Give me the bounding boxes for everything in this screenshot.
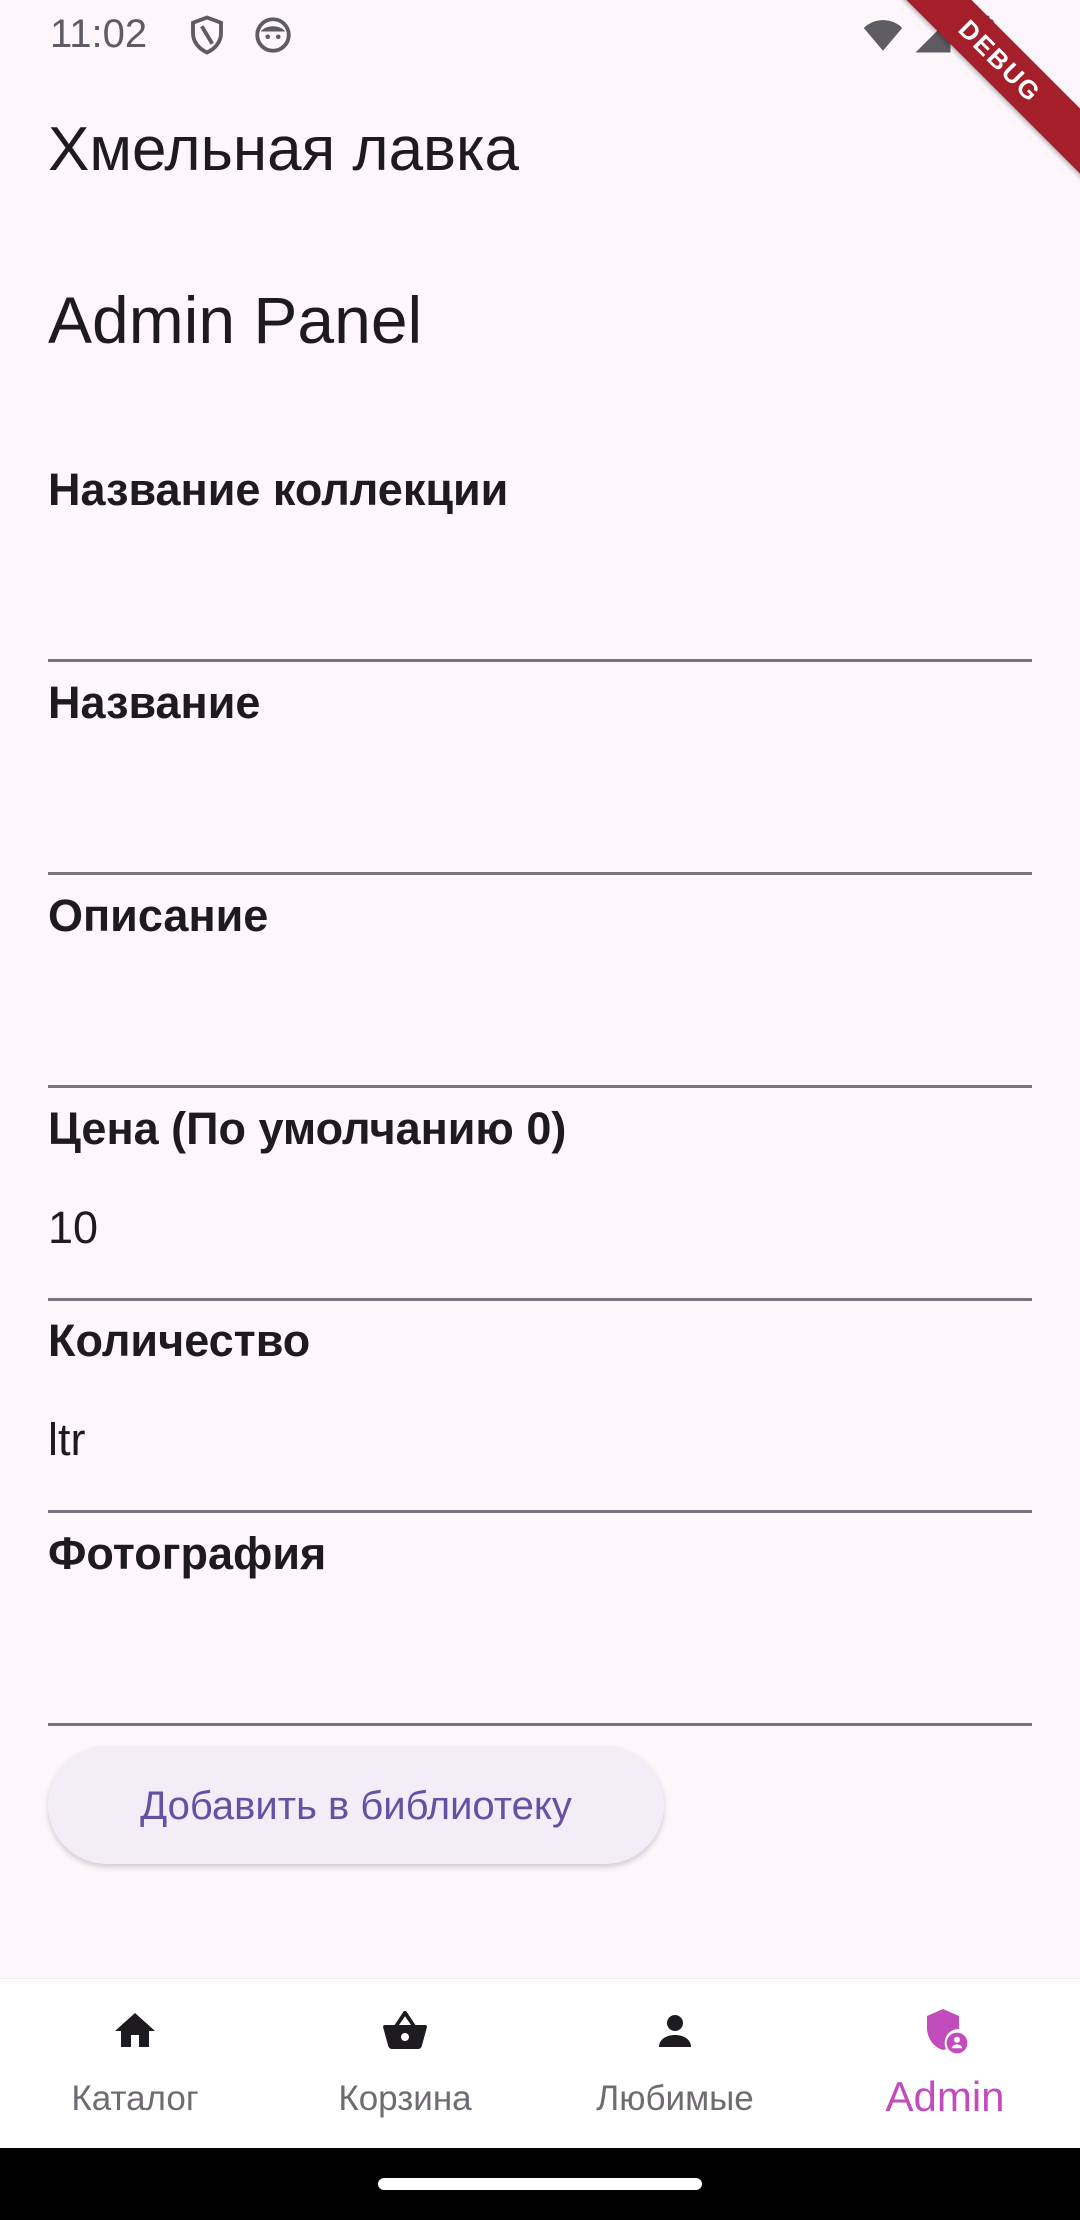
basket-icon bbox=[383, 2011, 427, 2049]
collection-name-field: Название коллекции bbox=[48, 464, 1032, 676]
quantity-field: Количество bbox=[48, 1315, 1032, 1527]
bottom-navigation: Каталог Корзина Любимые Admin bbox=[0, 1978, 1080, 2149]
nav-label: Каталог bbox=[71, 2079, 199, 2118]
photo-input[interactable] bbox=[48, 1608, 1032, 1698]
collection-name-input[interactable] bbox=[48, 544, 1032, 634]
field-underline bbox=[48, 1085, 1032, 1088]
field-label: Фотография bbox=[48, 1528, 327, 1579]
add-to-library-button[interactable]: Добавить в библиотеку bbox=[48, 1746, 664, 1864]
field-label: Количество bbox=[48, 1315, 311, 1366]
person-icon bbox=[659, 2015, 691, 2047]
page-title: Admin Panel bbox=[48, 283, 423, 357]
description-input[interactable] bbox=[48, 970, 1032, 1060]
nav-label: Admin bbox=[885, 2073, 1005, 2120]
status-time: 11:02 bbox=[50, 12, 148, 56]
nav-item-catalog[interactable]: Каталог bbox=[0, 1979, 270, 2149]
photo-field: Фотография bbox=[48, 1528, 1032, 1740]
field-label: Название bbox=[48, 677, 261, 728]
field-underline bbox=[48, 872, 1032, 875]
home-handle[interactable] bbox=[378, 2178, 702, 2190]
shield-icon bbox=[191, 15, 223, 55]
field-label: Название коллекции bbox=[48, 464, 509, 515]
nav-label: Корзина bbox=[338, 2079, 472, 2118]
nav-item-admin[interactable]: Admin bbox=[810, 1979, 1080, 2149]
field-underline bbox=[48, 1723, 1032, 1726]
field-underline bbox=[48, 1298, 1032, 1301]
field-label: Цена (По умолчанию 0) bbox=[48, 1103, 567, 1154]
wifi-icon bbox=[863, 20, 903, 51]
face-icon bbox=[255, 17, 291, 53]
name-input[interactable] bbox=[48, 757, 1032, 847]
description-field: Описание bbox=[48, 890, 1032, 1102]
admin-shield-icon bbox=[927, 2009, 968, 2054]
name-field: Название bbox=[48, 677, 1032, 889]
field-label: Описание bbox=[48, 890, 269, 941]
quantity-input[interactable] bbox=[48, 1395, 1032, 1485]
field-underline bbox=[48, 659, 1032, 662]
app-title: Хмельная лавка bbox=[48, 115, 519, 184]
nav-label: Любимые bbox=[596, 2079, 754, 2118]
nav-item-cart[interactable]: Корзина bbox=[270, 1979, 540, 2149]
gesture-bar bbox=[0, 2148, 1080, 2220]
price-field: Цена (По умолчанию 0) bbox=[48, 1103, 1032, 1315]
home-icon bbox=[115, 2013, 155, 2047]
nav-item-favorites[interactable]: Любимые bbox=[540, 1979, 810, 2149]
price-input[interactable] bbox=[48, 1183, 1032, 1273]
field-underline bbox=[48, 1510, 1032, 1513]
